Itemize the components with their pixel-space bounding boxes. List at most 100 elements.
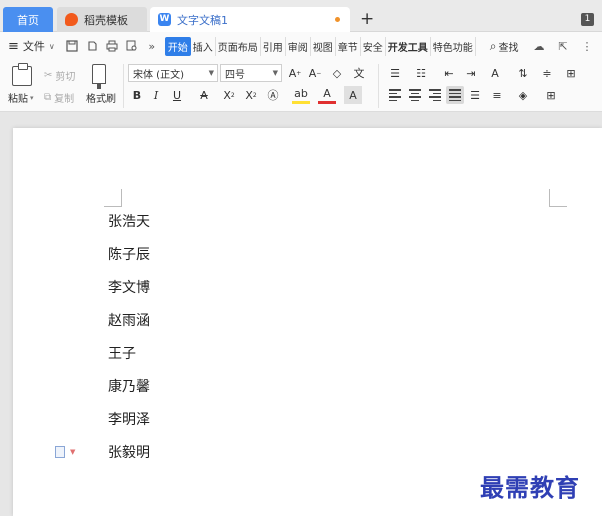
chevron-down-icon[interactable]: ▼	[70, 448, 75, 456]
save-icon[interactable]	[63, 37, 81, 55]
chevron-down-icon: ▾	[30, 93, 34, 102]
copy-button[interactable]: ⧉ 复制	[44, 90, 74, 105]
ribbon-separator	[378, 64, 379, 108]
italic-icon[interactable]: I	[147, 86, 165, 104]
body-line[interactable]: 康乃馨	[108, 376, 150, 396]
cut-label: 剪切	[55, 72, 76, 83]
cloud-sync-icon[interactable]: ☁	[530, 37, 548, 55]
menu-tab-developer[interactable]: 开发工具	[386, 36, 431, 56]
paragraph-handle-icon[interactable]	[55, 446, 65, 458]
phonetic-guide-icon[interactable]: 文	[350, 64, 368, 82]
print-preview-icon[interactable]	[123, 37, 141, 55]
document-page[interactable]: 张浩天 陈子辰 李文博 赵雨涵 王子 康乃馨 李明泽 张毅明 ▼	[13, 128, 602, 516]
font-size-value: 四号	[225, 69, 245, 81]
menu-tab-features[interactable]: 特色功能	[431, 36, 476, 56]
format-painter-icon	[92, 64, 106, 89]
body-line[interactable]: 陈子辰	[108, 244, 150, 264]
paragraph-spacing-icon[interactable]: ≡	[488, 86, 506, 104]
format-painter-label-button[interactable]: 格式刷	[86, 90, 116, 105]
paste-label-button[interactable]: 粘贴 ▾	[8, 90, 34, 106]
tab-document-label: 文字文稿1	[177, 13, 228, 27]
shrink-font-icon[interactable]: A −	[306, 64, 324, 82]
new-tab-button[interactable]: +	[360, 9, 374, 29]
search-icon: ⌕	[489, 38, 497, 53]
borders-icon[interactable]: ⊞	[542, 86, 560, 104]
body-line[interactable]: 李明泽	[108, 409, 150, 429]
font-family-select[interactable]: 宋体 (正文) ▼	[128, 64, 218, 82]
clear-format-icon[interactable]: ◇	[328, 64, 346, 82]
menu-tab-review[interactable]: 审阅	[286, 36, 311, 56]
more-options-icon[interactable]: ⋮	[578, 37, 596, 55]
print-icon[interactable]	[103, 37, 121, 55]
font-family-value: 宋体 (正文)	[133, 69, 184, 81]
body-line[interactable]: 张毅明	[108, 442, 150, 462]
strikethrough-icon[interactable]: A	[195, 86, 213, 104]
body-line[interactable]: 赵雨涵	[108, 310, 150, 330]
align-right-icon[interactable]	[426, 86, 444, 104]
chevron-down-icon: ▼	[272, 69, 278, 77]
chinese-layout-icon[interactable]: A	[486, 64, 504, 82]
menu-tab-references[interactable]: 引用	[261, 36, 286, 56]
subscript-icon[interactable]: X2	[242, 86, 260, 104]
superscript-icon[interactable]: X2	[220, 86, 238, 104]
body-line[interactable]: 王子	[108, 343, 136, 363]
align-left-icon[interactable]	[386, 86, 404, 104]
file-menu-button[interactable]: ≡ 文件 ∨	[8, 38, 55, 54]
menu-tab-insert[interactable]: 插入	[191, 36, 216, 56]
more-chevron-icon[interactable]: »	[143, 37, 161, 55]
watermark-logo: 最需教育	[480, 473, 580, 502]
tab-home-label: 首页	[17, 13, 39, 27]
cut-button[interactable]: ✂ 剪切	[44, 68, 75, 83]
daoke-logo-icon	[65, 13, 78, 26]
search-label: 查找	[498, 42, 519, 54]
font-size-select[interactable]: 四号 ▼	[220, 64, 282, 82]
ribbon-separator	[123, 64, 124, 108]
format-painter-button[interactable]	[92, 64, 106, 89]
document-workspace: 张浩天 陈子辰 李文博 赵雨涵 王子 康乃馨 李明泽 张毅明 ▼	[0, 113, 602, 516]
char-shading-icon[interactable]: A	[344, 86, 362, 104]
writer-doc-icon: W	[158, 13, 171, 26]
underline-icon[interactable]: U	[168, 86, 186, 104]
tab-document[interactable]: W 文字文稿1	[150, 7, 350, 32]
bold-icon[interactable]: B	[128, 86, 146, 104]
share-icon[interactable]: ⇱	[554, 37, 572, 55]
highlight-icon[interactable]: ab	[292, 86, 310, 104]
increase-indent-icon[interactable]: ⇥	[462, 64, 480, 82]
clipboard-icon	[12, 63, 32, 86]
body-line[interactable]: 张浩天	[108, 211, 150, 231]
copy-icon: ⧉	[44, 92, 52, 103]
show-marks-icon[interactable]: ⊞	[562, 64, 580, 82]
text-effect-icon[interactable]: Ⓐ	[264, 86, 282, 104]
tab-home[interactable]: 首页	[3, 7, 53, 32]
ribbon-toolbar: 粘贴 ▾ ✂ 剪切 ⧉ 复制 格式刷 宋体 (正文) ▼ 四号 ▼ A + A − …	[0, 60, 602, 112]
menu-tab-layout[interactable]: 页面布局	[216, 36, 261, 56]
sort-icon[interactable]: ⇅	[514, 64, 532, 82]
align-center-icon[interactable]	[406, 86, 424, 104]
chevron-down-icon: ▼	[208, 69, 214, 77]
window-count-badge[interactable]: 1	[581, 13, 594, 26]
menu-tab-start[interactable]: 开始	[164, 36, 191, 56]
font-color-icon[interactable]: A	[318, 86, 336, 104]
bullet-list-icon[interactable]: ☰	[386, 64, 404, 82]
tab-template[interactable]: 稻壳模板	[57, 7, 147, 32]
paste-label: 粘贴	[8, 94, 28, 105]
menu-bar: ≡ 文件 ∨ » 开始 插入 页面布局 引用 审阅 视图 章节 安全 开发工具 …	[0, 32, 602, 60]
grow-font-icon[interactable]: A +	[286, 64, 304, 82]
menu-tab-chapter[interactable]: 章节	[336, 36, 361, 56]
numbered-list-icon[interactable]: ☷	[412, 64, 430, 82]
chevron-down-icon: ∨	[48, 41, 55, 51]
export-pdf-icon[interactable]	[83, 37, 101, 55]
scissors-icon: ✂	[44, 70, 53, 81]
unsaved-dot-icon	[335, 17, 340, 22]
menu-right-tools: ☁ ⇱ ⋮	[530, 32, 602, 60]
justify-icon[interactable]	[446, 86, 464, 104]
paste-button[interactable]	[12, 63, 32, 86]
shading-icon[interactable]: ◈	[514, 86, 532, 104]
menu-tab-security[interactable]: 安全	[361, 36, 386, 56]
menu-tab-view[interactable]: 视图	[311, 36, 336, 56]
body-line[interactable]: 李文博	[108, 277, 150, 297]
search-button[interactable]: ⌕ 查找	[490, 39, 519, 54]
distributed-align-icon[interactable]: ☰	[466, 86, 484, 104]
decrease-indent-icon[interactable]: ⇤	[440, 64, 458, 82]
line-spacing-icon[interactable]: ≑	[538, 64, 556, 82]
